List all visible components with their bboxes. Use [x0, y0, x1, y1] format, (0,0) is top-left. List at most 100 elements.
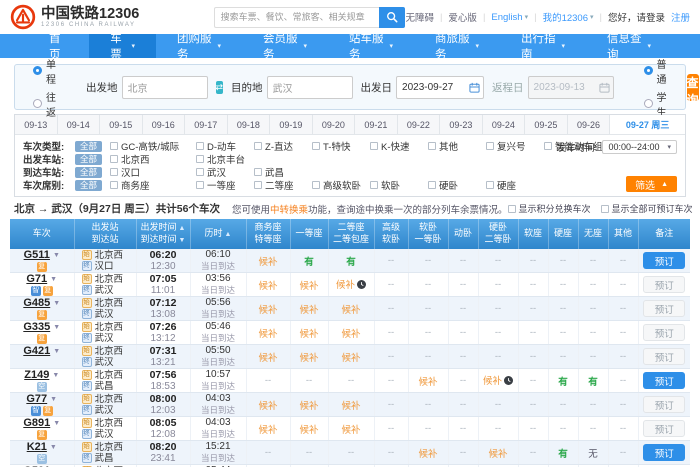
date-tab[interactable]: 09-22	[398, 115, 441, 134]
book-button[interactable]: 预订	[643, 252, 685, 269]
date-tab[interactable]: 09-25	[525, 115, 568, 134]
nav-item-station-services[interactable]: 站车服务▾	[328, 34, 414, 58]
expand-arrow-icon[interactable]: ▼	[53, 298, 60, 309]
expand-arrow-icon[interactable]: ▼	[50, 274, 57, 285]
show-all-bookable-checkbox[interactable]: 显示全部可预订车次	[601, 202, 693, 215]
nav-item-home[interactable]: 首页	[28, 34, 89, 58]
train-cell[interactable]: G511▼复	[10, 249, 74, 273]
query-button[interactable]: 查询	[687, 74, 699, 101]
passenger-type-student[interactable]: 学生	[644, 89, 667, 119]
date-tab[interactable]: 09-18	[228, 115, 271, 134]
filter-option[interactable]: K-快速	[370, 139, 420, 153]
date-tab[interactable]: 09-16	[143, 115, 186, 134]
show-points-trains-checkbox[interactable]: 显示积分兑换车次	[508, 202, 591, 215]
date-tab[interactable]: 09-19	[270, 115, 313, 134]
date-tab[interactable]: 09-14	[58, 115, 101, 134]
trip-type-oneway[interactable]: 单程	[33, 56, 56, 86]
book-button[interactable]: 预订	[643, 444, 685, 461]
train-cell[interactable]: Z149▼空	[10, 369, 74, 393]
expand-arrow-icon[interactable]: ▼	[50, 442, 57, 453]
filter-all-button[interactable]: 全部	[75, 141, 102, 152]
filter-option[interactable]: Z-直达	[254, 139, 304, 153]
train-cell[interactable]: G335▼复	[10, 321, 74, 345]
train-cell[interactable]: G421▼	[10, 345, 74, 369]
from-station-input[interactable]	[122, 76, 208, 99]
trip-type-roundtrip[interactable]: 往返	[33, 89, 56, 119]
nav-item-group-services[interactable]: 团购服务▾	[156, 34, 242, 58]
top-link-register[interactable]: 注册	[671, 10, 690, 24]
nav-item-info-query[interactable]: 信息查询▾	[586, 34, 672, 58]
filter-option[interactable]: 硬卧	[428, 178, 478, 192]
expand-arrow-icon[interactable]: ▼	[50, 394, 57, 405]
filter-option[interactable]: 北京丰台	[196, 152, 246, 166]
filter-option[interactable]: 汉口	[110, 165, 188, 179]
train-number-link[interactable]: G77	[26, 394, 47, 405]
filter-option[interactable]: 武昌	[254, 165, 304, 179]
top-link-my-12306[interactable]: 我的12306▾	[543, 10, 594, 24]
date-tab[interactable]: 09-21	[355, 115, 398, 134]
train-cell[interactable]: G77▼智复	[10, 393, 74, 417]
train-number-link[interactable]: K21	[27, 442, 47, 453]
expand-arrow-icon[interactable]: ▼	[53, 346, 60, 357]
date-tab[interactable]: 09-13	[15, 115, 58, 134]
search-button[interactable]	[379, 7, 405, 28]
cr-logo[interactable]: 中国铁路12306 12306 CHINA RAILWAY	[10, 4, 214, 30]
filter-button[interactable]: 筛选▲	[626, 176, 677, 192]
filter-option[interactable]: D-动车	[196, 139, 246, 153]
date-tab[interactable]: 09-20	[313, 115, 356, 134]
filter-all-button[interactable]: 全部	[75, 180, 102, 191]
filter-option[interactable]: 复兴号	[486, 139, 536, 153]
filter-option[interactable]: 其他	[428, 139, 478, 153]
train-cell[interactable]: G71▼智复	[10, 273, 74, 297]
expand-arrow-icon[interactable]: ▼	[53, 418, 60, 429]
expand-arrow-icon[interactable]: ▼	[53, 322, 60, 333]
filter-option[interactable]: 商务座	[110, 178, 188, 192]
filter-option[interactable]: 武汉	[196, 165, 246, 179]
train-cell[interactable]: G891▼复	[10, 417, 74, 441]
train-cell[interactable]: K21▼空	[10, 441, 74, 465]
swap-stations-icon[interactable]: ⇄	[216, 81, 224, 94]
date-tab[interactable]: 09-17	[185, 115, 228, 134]
passenger-type-normal[interactable]: 普通	[644, 56, 667, 86]
global-search-input[interactable]	[214, 7, 380, 28]
book-button[interactable]: 预订	[643, 372, 685, 389]
nav-item-business-travel[interactable]: 商旅服务▾	[414, 34, 500, 58]
train-number-link[interactable]: G335	[23, 322, 50, 333]
nav-item-travel-guide[interactable]: 出行指南▾	[500, 34, 586, 58]
top-link-accessibility[interactable]: 无障碍	[405, 10, 434, 24]
filter-all-button[interactable]: 全部	[75, 154, 102, 165]
top-link-login[interactable]: 您好，请登录	[608, 10, 665, 24]
train-number-link[interactable]: G485	[23, 298, 50, 309]
top-link-care-version[interactable]: 爱心版	[448, 10, 477, 24]
filter-option[interactable]: 一等座	[196, 178, 246, 192]
date-tab[interactable]: 09-23	[440, 115, 483, 134]
date-tab-active[interactable]: 09-27 周三	[610, 115, 685, 134]
expand-arrow-icon[interactable]: ▼	[53, 250, 60, 261]
filter-option[interactable]: 高级软卧	[312, 178, 362, 192]
train-number-link[interactable]: Z149	[24, 370, 49, 381]
filter-option[interactable]: 二等座	[254, 178, 304, 192]
train-number-link[interactable]: G421	[23, 346, 50, 357]
to-station-input[interactable]	[267, 76, 353, 99]
date-tab[interactable]: 09-24	[483, 115, 526, 134]
depart-time-select[interactable]: 00:00--24:00▾	[602, 140, 677, 154]
nav-item-tickets[interactable]: 车票▾	[89, 34, 156, 58]
filter-option[interactable]: 硬座	[486, 178, 536, 192]
date-tab[interactable]: 09-26	[568, 115, 611, 134]
train-number-link[interactable]: G891	[23, 418, 50, 429]
top-link-english[interactable]: English▾	[491, 12, 528, 23]
transfer-link[interactable]: 中转换乘	[270, 205, 308, 216]
filter-option[interactable]: 北京西	[110, 152, 188, 166]
col-duration[interactable]: 历时 ▲	[190, 219, 246, 249]
col-times[interactable]: 出发时间 ▲到达时间 ▼	[136, 219, 190, 249]
filter-all-button[interactable]: 全部	[75, 167, 102, 178]
train-cell[interactable]: G485▼复	[10, 297, 74, 321]
nav-item-member-services[interactable]: 会员服务▾	[242, 34, 328, 58]
expand-arrow-icon[interactable]: ▼	[52, 370, 59, 381]
filter-option[interactable]: GC-高铁/城际	[110, 139, 188, 153]
train-number-link[interactable]: G71	[26, 274, 47, 285]
filter-option[interactable]: 软卧	[370, 178, 420, 192]
filter-option[interactable]: T-特快	[312, 139, 362, 153]
train-number-link[interactable]: G511	[24, 250, 50, 261]
date-tab[interactable]: 09-15	[100, 115, 143, 134]
